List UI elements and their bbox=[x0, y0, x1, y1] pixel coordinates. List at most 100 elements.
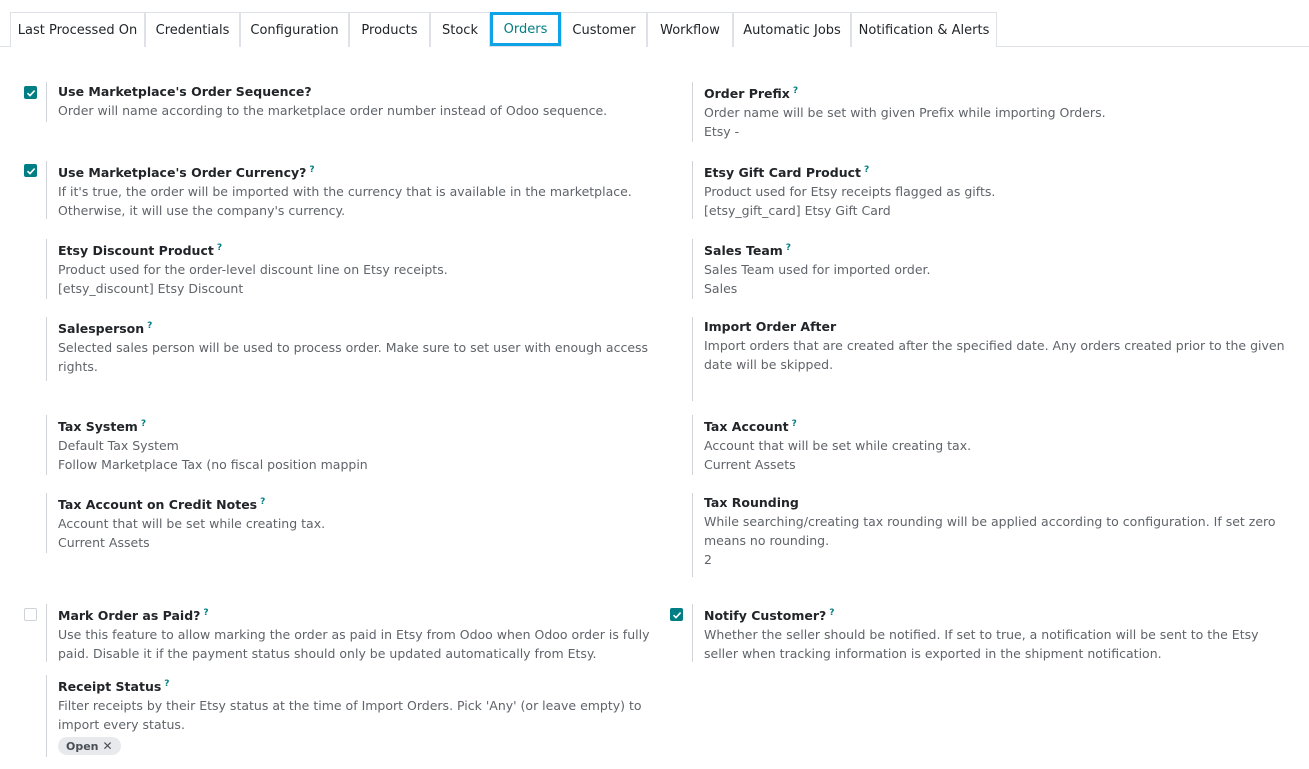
setting-description: Product used for Etsy receipts flagged a… bbox=[704, 184, 996, 200]
tab-orders[interactable]: Orders bbox=[490, 12, 561, 46]
tab-products[interactable]: Products bbox=[349, 12, 430, 47]
tab-automatic-jobs[interactable]: Automatic Jobs bbox=[733, 12, 851, 47]
setting-title: Notify Customer?? bbox=[704, 608, 835, 624]
help-icon[interactable]: ? bbox=[260, 497, 265, 507]
setting-title: Tax System? bbox=[58, 419, 147, 435]
setting-description: While searching/creating tax rounding wi… bbox=[704, 514, 1276, 548]
help-icon[interactable]: ? bbox=[217, 243, 222, 253]
help-icon[interactable]: ? bbox=[141, 419, 146, 429]
setting-description: Filter receipts by their Etsy status at … bbox=[58, 698, 642, 733]
setting-title: Tax Account on Credit Notes? bbox=[58, 497, 266, 513]
tab-credentials[interactable]: Credentials bbox=[145, 12, 240, 47]
setting-description: Order will name according to the marketp… bbox=[58, 103, 608, 118]
help-icon[interactable]: ? bbox=[792, 419, 797, 429]
setting-sales-team: Sales Team? Sales Team used for imported… bbox=[692, 239, 1302, 299]
setting-divider bbox=[46, 161, 47, 219]
setting-discount-product: Etsy Discount Product? Product used for … bbox=[46, 239, 666, 299]
setting-divider bbox=[692, 239, 693, 299]
help-icon[interactable]: ? bbox=[147, 321, 152, 331]
help-icon[interactable]: ? bbox=[786, 243, 791, 253]
tab-last-processed-on[interactable]: Last Processed On bbox=[10, 12, 145, 47]
setting-gift-card-product: Etsy Gift Card Product? Product used for… bbox=[692, 161, 1302, 219]
tax-account-credit-field[interactable]: Current Assets bbox=[58, 533, 666, 553]
setting-tax-account: Tax Account? Account that will be set wh… bbox=[692, 415, 1302, 475]
setting-divider bbox=[692, 161, 693, 219]
help-icon[interactable]: ? bbox=[309, 165, 314, 175]
setting-import-order-after: Import Order After Import orders that ar… bbox=[692, 317, 1302, 401]
receipt-status-tag: Open ✕ bbox=[58, 737, 121, 756]
mark-paid-checkbox[interactable] bbox=[24, 608, 37, 621]
setting-description: If it's true, the order will be imported… bbox=[58, 184, 632, 219]
help-icon[interactable]: ? bbox=[829, 608, 834, 618]
sales-team-field[interactable]: Sales bbox=[704, 279, 1302, 299]
tab-configuration[interactable]: Configuration bbox=[240, 12, 349, 47]
tab-customer[interactable]: Customer bbox=[561, 12, 647, 47]
help-icon[interactable]: ? bbox=[864, 165, 869, 175]
setting-title: Use Marketplace's Order Sequence? bbox=[58, 84, 312, 99]
setting-tax-account-credit-notes: Tax Account on Credit Notes? Account tha… bbox=[46, 493, 666, 553]
setting-description: Whether the seller should be notified. I… bbox=[704, 627, 1259, 662]
setting-title: Use Marketplace's Order Currency?? bbox=[58, 165, 315, 181]
help-icon[interactable]: ? bbox=[203, 608, 208, 618]
setting-notify-customer: Notify Customer?? Whether the seller sho… bbox=[692, 604, 1302, 662]
setting-divider bbox=[46, 604, 47, 662]
setting-divider bbox=[692, 604, 693, 662]
setting-divider bbox=[46, 239, 47, 299]
setting-divider bbox=[46, 317, 47, 381]
setting-description: Selected sales person will be used to pr… bbox=[58, 340, 649, 375]
order-sequence-checkbox[interactable] bbox=[24, 86, 37, 99]
setting-divider bbox=[46, 415, 47, 475]
setting-divider bbox=[46, 82, 47, 122]
setting-divider bbox=[692, 415, 693, 475]
setting-title: Tax Rounding bbox=[704, 495, 799, 510]
setting-receipt-status: Receipt Status? Filter receipts by their… bbox=[46, 675, 666, 757]
setting-divider bbox=[692, 82, 693, 142]
setting-divider bbox=[692, 317, 693, 401]
setting-description: Account that will be set while creating … bbox=[58, 516, 326, 532]
setting-title: Tax Account? bbox=[704, 419, 797, 435]
setting-order-currency: Use Marketplace's Order Currency?? If it… bbox=[46, 161, 666, 219]
setting-tax-rounding: Tax Rounding While searching/creating ta… bbox=[692, 493, 1302, 577]
tag-label: Open bbox=[66, 739, 99, 753]
setting-order-prefix: Order Prefix? Order name will be set wit… bbox=[692, 82, 1302, 142]
gift-card-product-field[interactable]: [etsy_gift_card] Etsy Gift Card bbox=[704, 201, 1302, 221]
tax-rounding-field[interactable]: 2 bbox=[704, 550, 1302, 570]
setting-tax-system: Tax System? Default Tax System Follow Ma… bbox=[46, 415, 666, 475]
tax-account-field[interactable]: Current Assets bbox=[704, 455, 1302, 475]
setting-title: Salesperson? bbox=[58, 321, 153, 337]
help-icon[interactable]: ? bbox=[164, 679, 169, 689]
setting-description: Product used for the order-level discoun… bbox=[58, 262, 448, 278]
setting-title: Mark Order as Paid?? bbox=[58, 608, 209, 624]
setting-description: Default Tax System bbox=[58, 438, 179, 454]
close-icon[interactable]: ✕ bbox=[103, 739, 113, 753]
tab-bar: Last Processed On Credentials Configurat… bbox=[0, 0, 1309, 47]
setting-description: Account that will be set while creating … bbox=[704, 438, 972, 454]
tab-stock[interactable]: Stock bbox=[430, 12, 490, 47]
order-prefix-field[interactable]: Etsy - bbox=[704, 122, 1302, 142]
setting-description: Sales Team used for imported order. bbox=[704, 262, 931, 278]
help-icon[interactable]: ? bbox=[793, 86, 798, 96]
setting-divider bbox=[692, 493, 693, 577]
tab-workflow[interactable]: Workflow bbox=[647, 12, 733, 47]
setting-description: Order name will be set with given Prefix… bbox=[704, 105, 1106, 121]
setting-title: Order Prefix? bbox=[704, 86, 799, 102]
discount-product-field[interactable]: [etsy_discount] Etsy Discount bbox=[58, 279, 666, 299]
setting-title: Receipt Status? bbox=[58, 679, 170, 695]
setting-description: Use this feature to allow marking the or… bbox=[58, 627, 650, 662]
setting-title: Import Order After bbox=[704, 319, 837, 334]
tax-system-select[interactable]: Follow Marketplace Tax (no fiscal positi… bbox=[58, 455, 666, 475]
setting-order-sequence: Use Marketplace's Order Sequence? Order … bbox=[46, 82, 666, 122]
notify-customer-checkbox[interactable] bbox=[670, 608, 683, 621]
check-icon bbox=[26, 167, 35, 175]
tab-notification-alerts[interactable]: Notification & Alerts bbox=[851, 12, 997, 47]
setting-divider bbox=[46, 493, 47, 553]
setting-title: Etsy Discount Product? bbox=[58, 243, 223, 259]
setting-salesperson: Salesperson? Selected sales person will … bbox=[46, 317, 666, 381]
setting-title: Etsy Gift Card Product? bbox=[704, 165, 870, 181]
setting-description: Import orders that are created after the… bbox=[704, 338, 1285, 372]
order-currency-checkbox[interactable] bbox=[24, 164, 37, 177]
check-icon bbox=[672, 611, 681, 619]
check-icon bbox=[26, 89, 35, 97]
setting-divider bbox=[46, 675, 47, 757]
setting-mark-order-paid: Mark Order as Paid?? Use this feature to… bbox=[46, 604, 666, 662]
